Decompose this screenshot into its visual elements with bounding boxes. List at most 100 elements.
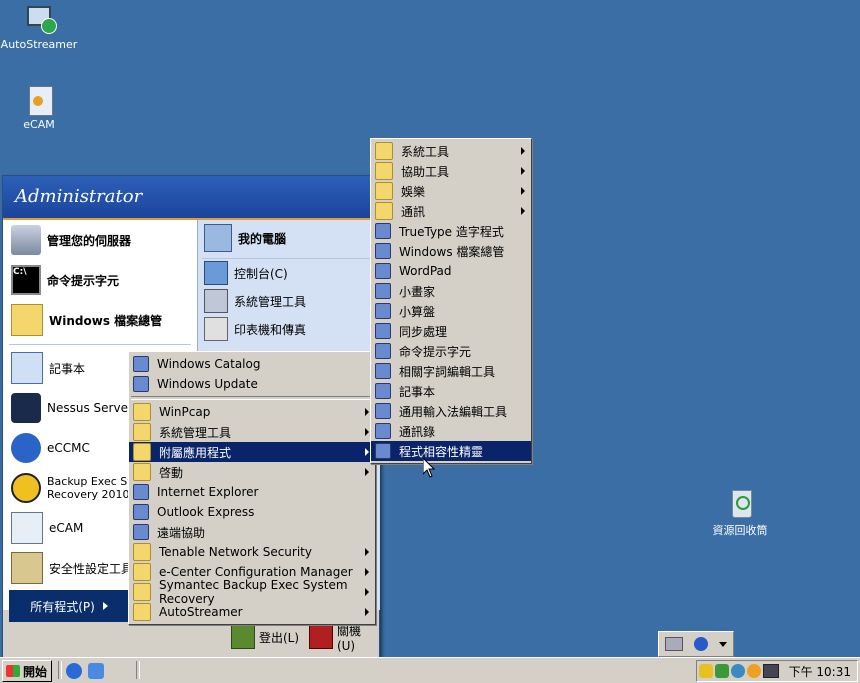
submenu-arrow-icon [521,187,525,195]
right-item-printers[interactable]: 印表機和傳真 [204,316,376,342]
accessories-menu-item[interactable]: TrueType 造字程式 [371,221,531,241]
right-item-admin-tools[interactable]: 系統管理工具 [204,288,376,314]
accessories-menu-item[interactable]: 命令提示字元 [371,341,531,361]
start-label: 開始 [23,664,48,679]
options-arrow-icon[interactable] [719,641,728,647]
menu-item-label: WordPad [399,264,452,278]
programs-menu-item[interactable]: Internet Explorer [129,482,375,502]
recent-item-label: Backup Exec Sys [47,475,140,488]
program-icon [133,356,149,372]
accessories-menu-item[interactable]: 協助工具 [371,161,531,181]
right-item-label: 控制台(C) [234,266,288,281]
submenu-arrow-icon [365,428,369,436]
clock[interactable]: 下午 10:31 [789,663,857,680]
recent-item-label: 記事本 [49,361,86,376]
power-icon [309,625,333,649]
programs-menu-item[interactable]: WinPcap [129,402,375,422]
desktop-icon-ecam[interactable]: eCAM [0,84,79,131]
program-icon [375,423,391,439]
desktop-icon-autostreamer[interactable]: AutoStreamer [0,4,79,51]
accessories-menu-item[interactable]: 小畫家 [371,281,531,301]
pinned-item-explorer[interactable]: Windows 檔案總管 [11,302,191,338]
menu-item-label: 啓動 [159,465,184,480]
backup-exec-icon [11,473,41,503]
menu-item-label: Windows Catalog [157,357,261,371]
menu-item-label: e-Center Configuration Manager [159,565,353,579]
menu-item-label: 相關字詞編輯工具 [399,364,496,379]
right-item-label: 印表機和傳真 [234,322,307,337]
pinned-item-label: 命令提示字元 [47,273,120,288]
network-icon[interactable] [714,664,729,678]
recent-item-label-line2: Recovery 2010 [47,488,130,501]
accessories-menu-item[interactable]: 相關字詞編輯工具 [371,361,531,381]
recent-item-label: eCCMC [47,441,90,455]
programs-menu-item[interactable]: 遠端協助 [129,522,375,542]
accessories-menu-item[interactable]: 娛樂 [371,181,531,201]
help-icon[interactable] [693,637,708,651]
accessories-menu-item[interactable]: 同步處理 [371,321,531,341]
accessories-menu-item[interactable]: 通用輸入法編輯工具 [371,401,531,421]
programs-menu-item[interactable]: Windows Catalog [129,354,375,374]
submenu-arrow-icon [365,408,369,416]
accessories-menu-item[interactable]: 通訊 [371,201,531,221]
accessories-menu-item[interactable]: 系統工具 [371,141,531,161]
programs-menu-item[interactable]: Symantec Backup Exec System Recovery [129,578,375,606]
menu-item-label: 系統工具 [401,144,450,159]
backup-icon[interactable] [746,664,761,678]
program-icon [375,383,391,399]
all-programs-button[interactable]: 所有程式(P) [9,590,129,622]
pinned-item-label: Windows 檔案總管 [49,313,163,328]
logoff-button[interactable]: 登出(L) [231,623,299,651]
pinned-item-cmd[interactable]: C:\ 命令提示字元 [11,262,191,298]
server-icon [11,225,41,255]
program-icon [133,504,149,520]
program-icon [133,524,149,540]
menu-item-label: Internet Explorer [157,485,259,499]
recent-item-label: 安全性設定工具 [49,561,134,576]
folder-icon [375,182,393,200]
outlook-quicklaunch-icon[interactable] [88,663,104,679]
ecam-icon [11,512,43,544]
pinned-item-manage-server[interactable]: 管理您的伺服器 [11,222,191,258]
accessories-menu-item[interactable]: WordPad [371,261,531,281]
programs-menu-item[interactable]: AutoStreamer [129,602,375,622]
right-item-label: 系統管理工具 [234,294,307,309]
menu-item-label: 同步處理 [399,324,448,339]
ie-quicklaunch-icon[interactable] [66,663,82,679]
vm-icon[interactable] [762,664,779,678]
folder-icon [375,142,393,160]
menu-item-label: 系統管理工具 [159,425,232,440]
shutdown-button[interactable]: 關機(U) [309,623,379,653]
program-icon [375,263,391,279]
mouse-cursor-icon [423,458,435,478]
pinned-item-label: 管理您的伺服器 [47,233,132,248]
start-button[interactable]: 開始 [2,660,52,682]
programs-menu-item[interactable]: Outlook Express [129,502,375,522]
right-item-my-computer[interactable]: 我的電腦 [204,222,376,254]
right-item-control-panel[interactable]: 控制台(C) [204,260,376,286]
keyboard-icon[interactable] [664,637,683,651]
program-icon [133,484,149,500]
program-icon [375,403,391,419]
programs-menu-item[interactable]: 啓動 [129,462,375,482]
folder-icon [133,443,151,461]
programs-menu-item[interactable]: 系統管理工具 [129,422,375,442]
program-icon [375,303,391,319]
accessories-menu-item[interactable]: 程式相容性精靈 [371,441,531,461]
submenu-arrow-icon [365,468,369,476]
desktop-icon-recycle-bin[interactable]: 資源回收筒 [700,488,780,538]
accessories-menu-item[interactable]: 通訊錄 [371,421,531,441]
shield-icon[interactable] [698,664,713,678]
recycle-bin-icon [724,488,756,520]
accessories-menu-item[interactable]: 記事本 [371,381,531,401]
folder-icon [375,202,393,220]
sync-icon[interactable] [730,664,745,678]
accessories-menu-item[interactable]: 小算盤 [371,301,531,321]
programs-menu-item[interactable]: 附屬應用程式 [129,442,375,462]
programs-menu-item[interactable]: Windows Update [129,374,375,394]
menu-item-label: 附屬應用程式 [159,445,232,460]
programs-menu-item[interactable]: Tenable Network Security [129,542,375,562]
folder-icon [133,583,151,601]
program-icon [375,343,391,359]
accessories-menu-item[interactable]: Windows 檔案總管 [371,241,531,261]
